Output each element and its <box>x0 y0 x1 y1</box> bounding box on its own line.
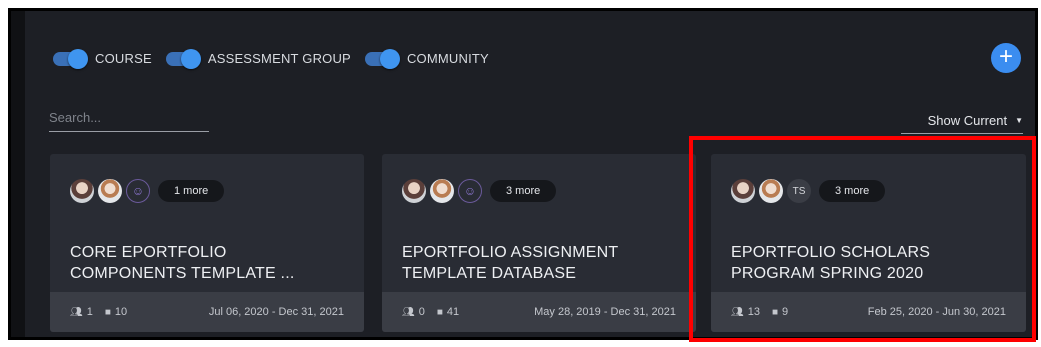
portfolio-card[interactable]: TS 3 more EPORTFOLIO SCHOLARS PROGRAM SP… <box>711 154 1026 332</box>
toggle-label-assessment-group: ASSESSMENT GROUP <box>207 51 351 66</box>
avatar-initials: TS <box>787 179 811 203</box>
toggle-switch[interactable] <box>53 48 88 69</box>
members-count: 👥︎ 0 <box>402 306 425 318</box>
plus-icon: + <box>998 43 1013 70</box>
members-count: 👥︎ 13 <box>731 306 760 318</box>
items-count: ■ 10 <box>104 306 128 318</box>
avatar <box>430 179 454 203</box>
add-button[interactable]: + <box>991 43 1021 73</box>
member-avatars: ☺ 1 more <box>70 179 225 203</box>
filter-toggles: COURSE ASSESSMENT GROUP COMMUNITY <box>53 48 503 69</box>
dropdown-value: Show Current <box>927 112 1008 128</box>
caret-down-icon: ▼ <box>1015 115 1023 125</box>
member-avatars: TS 3 more <box>731 179 886 203</box>
avatar <box>731 179 755 203</box>
people-icon: 👥︎ <box>731 306 744 318</box>
avatar <box>70 179 94 203</box>
avatar <box>402 179 426 203</box>
card-footer: 👥︎ 13 ■ 9 Feb 25, 2020 - Jun 30, 2021 <box>711 292 1026 332</box>
card-title: EPORTFOLIO ASSIGNMENT TEMPLATE DATABASE <box>402 244 619 282</box>
toggle-switch[interactable] <box>364 48 400 69</box>
card-footer: 👥︎ 1 ■ 10 Jul 06, 2020 - Dec 31, 2021 <box>50 292 364 332</box>
items-count: ■ 41 <box>436 306 460 318</box>
portfolio-card[interactable]: ☺ 1 more CORE EPORTFOLIO COMPONENTS TEMP… <box>50 154 364 332</box>
briefcase-icon: ■ <box>771 306 778 318</box>
avatar <box>759 179 783 203</box>
card-title: EPORTFOLIO SCHOLARS PROGRAM SPRING 2020 <box>731 244 931 282</box>
briefcase-icon: ■ <box>436 306 443 318</box>
avatar-placeholder-icon: ☺ <box>126 179 150 203</box>
people-icon: 👥︎ <box>70 306 83 318</box>
more-members-badge[interactable]: 3 more <box>490 180 557 202</box>
people-icon: 👥︎ <box>402 306 415 318</box>
toggle-label-community: COMMUNITY <box>406 51 489 66</box>
avatar <box>98 179 122 203</box>
card-footer: 👥︎ 0 ■ 41 May 28, 2019 - Dec 31, 2021 <box>382 292 696 332</box>
date-range: May 28, 2019 - Dec 31, 2021 <box>534 306 676 318</box>
dashboard-panel: COURSE ASSESSMENT GROUP COMMUNITY + Show… <box>25 11 1035 337</box>
card-title: CORE EPORTFOLIO COMPONENTS TEMPLATE ... <box>70 244 295 282</box>
show-current-dropdown[interactable]: Show Current ▼ <box>901 107 1023 134</box>
date-range: Jul 06, 2020 - Dec 31, 2021 <box>208 306 344 318</box>
items-count: ■ 9 <box>771 306 789 318</box>
toggle-assessment-group[interactable]: ASSESSMENT GROUP <box>165 48 351 69</box>
portfolio-card[interactable]: ☺ 3 more EPORTFOLIO ASSIGNMENT TEMPLATE … <box>382 154 696 332</box>
date-range: Feb 25, 2020 - Jun 30, 2021 <box>867 306 1006 318</box>
toggle-course[interactable]: COURSE <box>53 48 152 69</box>
toggle-label-course: COURSE <box>95 51 152 66</box>
briefcase-icon: ■ <box>104 306 111 318</box>
member-avatars: ☺ 3 more <box>402 179 557 203</box>
app-window: COURSE ASSESSMENT GROUP COMMUNITY + Show… <box>8 8 1038 340</box>
members-count: 👥︎ 1 <box>70 306 93 318</box>
more-members-badge[interactable]: 3 more <box>819 180 886 202</box>
avatar-placeholder-icon: ☺ <box>458 179 482 203</box>
toggle-community[interactable]: COMMUNITY <box>364 48 489 69</box>
toggle-switch[interactable] <box>165 48 201 69</box>
search-input[interactable] <box>49 103 209 132</box>
more-members-badge[interactable]: 1 more <box>158 180 225 202</box>
